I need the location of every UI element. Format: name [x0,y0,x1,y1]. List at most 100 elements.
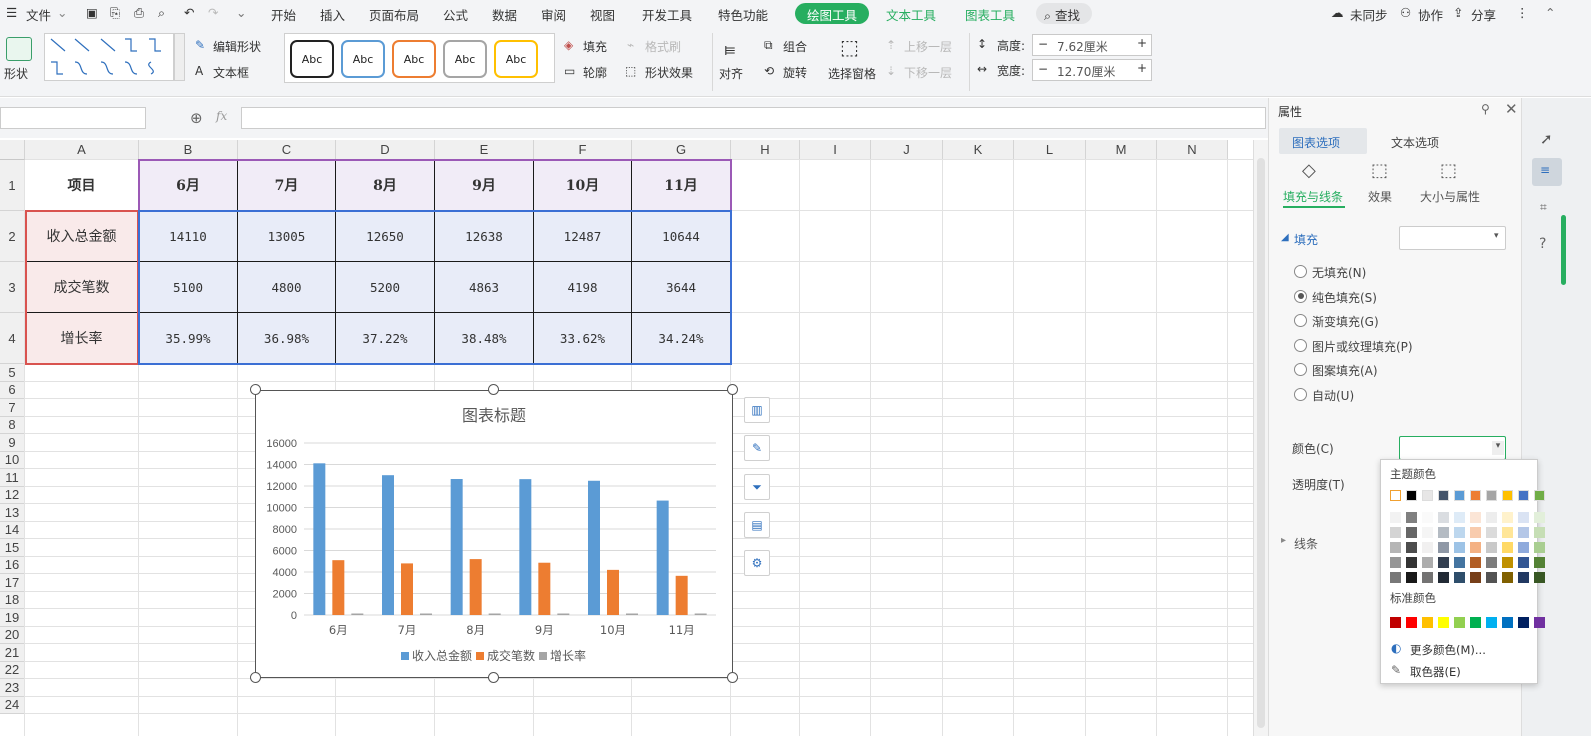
shape-icon[interactable] [6,37,32,61]
theme-color-shade[interactable] [1438,512,1449,523]
bring-forward-button[interactable]: 上移一层 [904,38,952,55]
theme-color-swatch[interactable] [1502,490,1513,501]
theme-color-swatch[interactable] [1406,490,1417,501]
chart-elements-icon[interactable]: ▥ [744,397,770,423]
theme-color-shade[interactable] [1518,512,1529,523]
column-header[interactable]: G [632,140,731,160]
row-header[interactable]: 8 [0,416,25,434]
textbox-icon[interactable]: A [195,64,203,78]
close-icon[interactable]: ✕ [1505,100,1518,118]
menu-review[interactable]: 审阅 [541,5,566,24]
row-header[interactable]: 17 [0,574,25,592]
row-header[interactable]: 20 [0,626,25,644]
share-icon[interactable]: ⇪ [1453,5,1463,20]
chart-style-brush-icon[interactable]: ✎ [744,435,770,461]
bar-growth-rate[interactable] [626,613,638,616]
file-menu[interactable]: 文件 [26,5,51,24]
theme-color-shade[interactable] [1454,572,1465,583]
standard-color-swatch[interactable] [1518,617,1529,628]
row-header[interactable]: 21 [0,644,25,662]
standard-color-swatch[interactable] [1486,617,1497,628]
row-header[interactable]: 19 [0,609,25,627]
edit-shape-icon[interactable]: ✎ [195,38,205,52]
collaborate-icon[interactable]: ⚇ [1400,5,1411,20]
row-header[interactable]: 15 [0,539,25,557]
theme-color-shade[interactable] [1422,512,1433,523]
more-icon[interactable]: ⋮ [1516,5,1529,20]
row-header[interactable]: 4 [0,313,25,364]
rotate-icon[interactable]: ⟲ [764,64,774,78]
expand-caret-icon[interactable]: ◢ [1281,232,1289,243]
width-decrease-button[interactable]: − [1038,62,1048,76]
fill-option-label[interactable]: 图案填充(A) [1312,362,1378,379]
theme-color-shade[interactable] [1422,527,1433,538]
theme-color-shade[interactable] [1454,527,1465,538]
properties-toggle[interactable]: ≡ [1532,158,1562,186]
theme-color-shade[interactable] [1502,557,1513,568]
redo-icon[interactable]: ↷ [208,5,218,20]
row-header[interactable]: 1 [0,160,25,211]
customize-icon[interactable]: ⌄ [236,5,246,20]
menu-features[interactable]: 特色功能 [718,5,768,24]
bar-growth-rate[interactable] [420,613,432,616]
group-button[interactable]: 组合 [783,38,807,55]
chart-filter-icon[interactable]: ⏷ [744,474,770,500]
bar-revenue[interactable] [382,475,394,615]
line-shapes-gallery[interactable] [44,33,174,81]
theme-color-swatch[interactable] [1518,490,1529,501]
theme-color-shade[interactable] [1534,542,1545,553]
panel-title[interactable]: 属性 [1278,103,1302,120]
theme-color-shade[interactable] [1454,542,1465,553]
format-brush-button[interactable]: 格式刷 [645,38,681,55]
menu-page-layout[interactable]: 页面布局 [369,5,419,24]
theme-color-shade[interactable] [1534,557,1545,568]
column-header[interactable]: N [1157,140,1228,160]
row-header[interactable]: 5 [0,364,25,382]
theme-color-swatch[interactable] [1438,490,1449,501]
standard-color-swatch[interactable] [1502,617,1513,628]
column-header[interactable]: E [435,140,534,160]
sync-status[interactable]: 未同步 [1350,5,1388,24]
row-header[interactable]: 16 [0,556,25,574]
menu-insert[interactable]: 插入 [320,5,345,24]
resize-handle-nw[interactable] [250,384,261,395]
theme-color-shade[interactable] [1534,527,1545,538]
panel-scroll-indicator[interactable] [1561,215,1566,285]
shape-effect-icon[interactable]: ⬚ [625,64,636,78]
help-icon[interactable]: ? [1539,236,1546,252]
theme-color-shade[interactable] [1438,572,1449,583]
chart-area[interactable]: 图表标题 16000 14000 12000 10000 8000 6000 4000 200… [255,390,733,678]
bar-revenue[interactable] [313,463,326,615]
row-header[interactable]: 18 [0,591,25,609]
theme-color-swatch[interactable] [1470,490,1481,501]
table-header-cell[interactable]: 项目 [25,160,139,211]
standard-color-swatch[interactable] [1406,617,1417,628]
bar-transactions[interactable] [607,569,619,615]
shape-style-2[interactable]: Abc [341,40,385,78]
rotate-button[interactable]: 旋转 [783,64,807,81]
width-increase-button[interactable]: + [1137,61,1147,75]
column-header[interactable]: M [1086,140,1157,160]
row-header[interactable]: 2 [0,211,25,262]
line-section-title[interactable]: 线条 [1294,535,1318,552]
height-stepper[interactable]: − 7.62厘米 + [1032,34,1152,56]
bar-revenue[interactable] [656,500,669,615]
theme-color-shade[interactable] [1390,512,1401,523]
fill-option-radio[interactable] [1294,289,1307,303]
theme-color-shade[interactable] [1406,512,1417,523]
fill-option-label[interactable]: 无填充(N) [1312,264,1366,281]
menu-view[interactable]: 视图 [590,5,615,24]
theme-color-swatch[interactable] [1390,490,1401,501]
select-all-corner[interactable] [0,140,25,160]
menu-data[interactable]: 数据 [492,5,517,24]
column-header[interactable]: A [25,140,139,160]
selection-pane-button[interactable]: 选择窗格 [828,65,876,82]
send-backward-button[interactable]: 下移一层 [904,64,952,81]
theme-color-shade[interactable] [1486,512,1497,523]
theme-color-shade[interactable] [1502,542,1513,553]
shape-button[interactable]: 形状 [4,65,28,82]
expand-caret-icon[interactable]: ▸ [1281,535,1286,546]
row-header[interactable]: 22 [0,661,25,679]
menu-home[interactable]: 开始 [271,5,296,24]
size-properties-icon[interactable]: ⬚ [1440,160,1457,181]
